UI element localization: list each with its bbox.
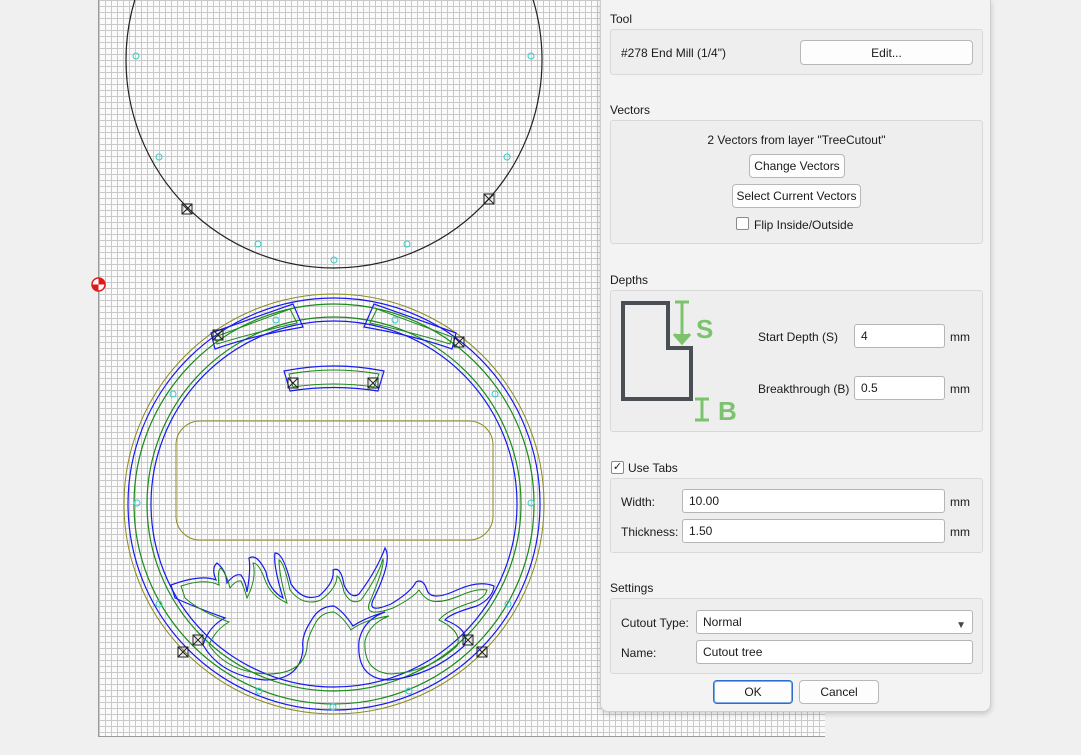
ok-button[interactable]: OK [713,680,793,704]
use-tabs-checkbox[interactable]: ✓ [611,461,624,474]
diagram-s-label: S [696,314,713,344]
tool-group: #278 End Mill (1/4") Edit... [610,29,983,75]
name-input[interactable]: Cutout tree [696,640,973,664]
start-depth-input[interactable]: 4 [854,324,945,348]
start-depth-unit: mm [950,330,970,344]
cutout-type-value: Normal [703,615,742,629]
tab-width-input[interactable]: 10.00 [682,489,945,513]
edit-tool-button[interactable]: Edit... [800,40,973,65]
cancel-button[interactable]: Cancel [799,680,879,704]
breakthrough-label: Breakthrough (B) [758,382,850,396]
settings-group: Cutout Type: Normal ▼ Name: Cutout tree [610,598,983,674]
tab-thickness-input[interactable]: 1.50 [682,519,945,543]
flip-inside-outside-checkbox[interactable] [736,217,749,230]
depth-diagram: S B [621,300,737,424]
use-tabs-label: Use Tabs [628,461,678,475]
tool-name: #278 End Mill (1/4") [621,46,726,60]
start-depth-indicator [672,300,692,346]
select-current-vectors-button[interactable]: Select Current Vectors [732,184,861,208]
tabs-group: Width: 10.00 mm Thickness: 1.50 mm [610,478,983,553]
tab-width-unit: mm [950,495,970,509]
upper-circle-vector [125,0,543,269]
depths-section-title: Depths [610,273,649,287]
settings-section-title: Settings [610,581,654,595]
breakthrough-input[interactable]: 0.5 [854,376,945,400]
cutout-toolpath-panel: Tool #278 End Mill (1/4") Edit... Vector… [600,0,991,712]
vectors-section-title: Vectors [610,103,651,117]
tab-width-label: Width: [621,495,656,509]
tool-section-title: Tool [610,12,633,26]
dropdown-arrow-icon: ▼ [956,620,966,631]
depths-group: S B Start Depth (S) 4 mm Breakthrough (B… [610,290,983,432]
checkmark-icon: ✓ [612,461,623,473]
diagram-b-label: B [718,396,737,424]
vectors-summary: 2 Vectors from layer "TreeCutout" [707,133,886,147]
tree-cutout-toolpaths [123,293,545,715]
change-vectors-button[interactable]: Change Vectors [749,154,845,178]
name-label: Name: [621,646,657,660]
breakthrough-unit: mm [950,382,970,396]
cutout-type-select[interactable]: Normal ▼ [696,610,973,634]
tab-thickness-label: Thickness: [621,525,679,539]
tab-thickness-unit: mm [950,525,970,539]
start-depth-label: Start Depth (S) [758,330,839,344]
vectors-group: 2 Vectors from layer "TreeCutout" Change… [610,120,983,244]
flip-inside-outside-label: Flip Inside/Outside [754,218,854,232]
breakthrough-indicator [695,397,709,422]
cutout-type-label: Cutout Type: [621,616,689,630]
origin-marker-icon [91,277,106,292]
